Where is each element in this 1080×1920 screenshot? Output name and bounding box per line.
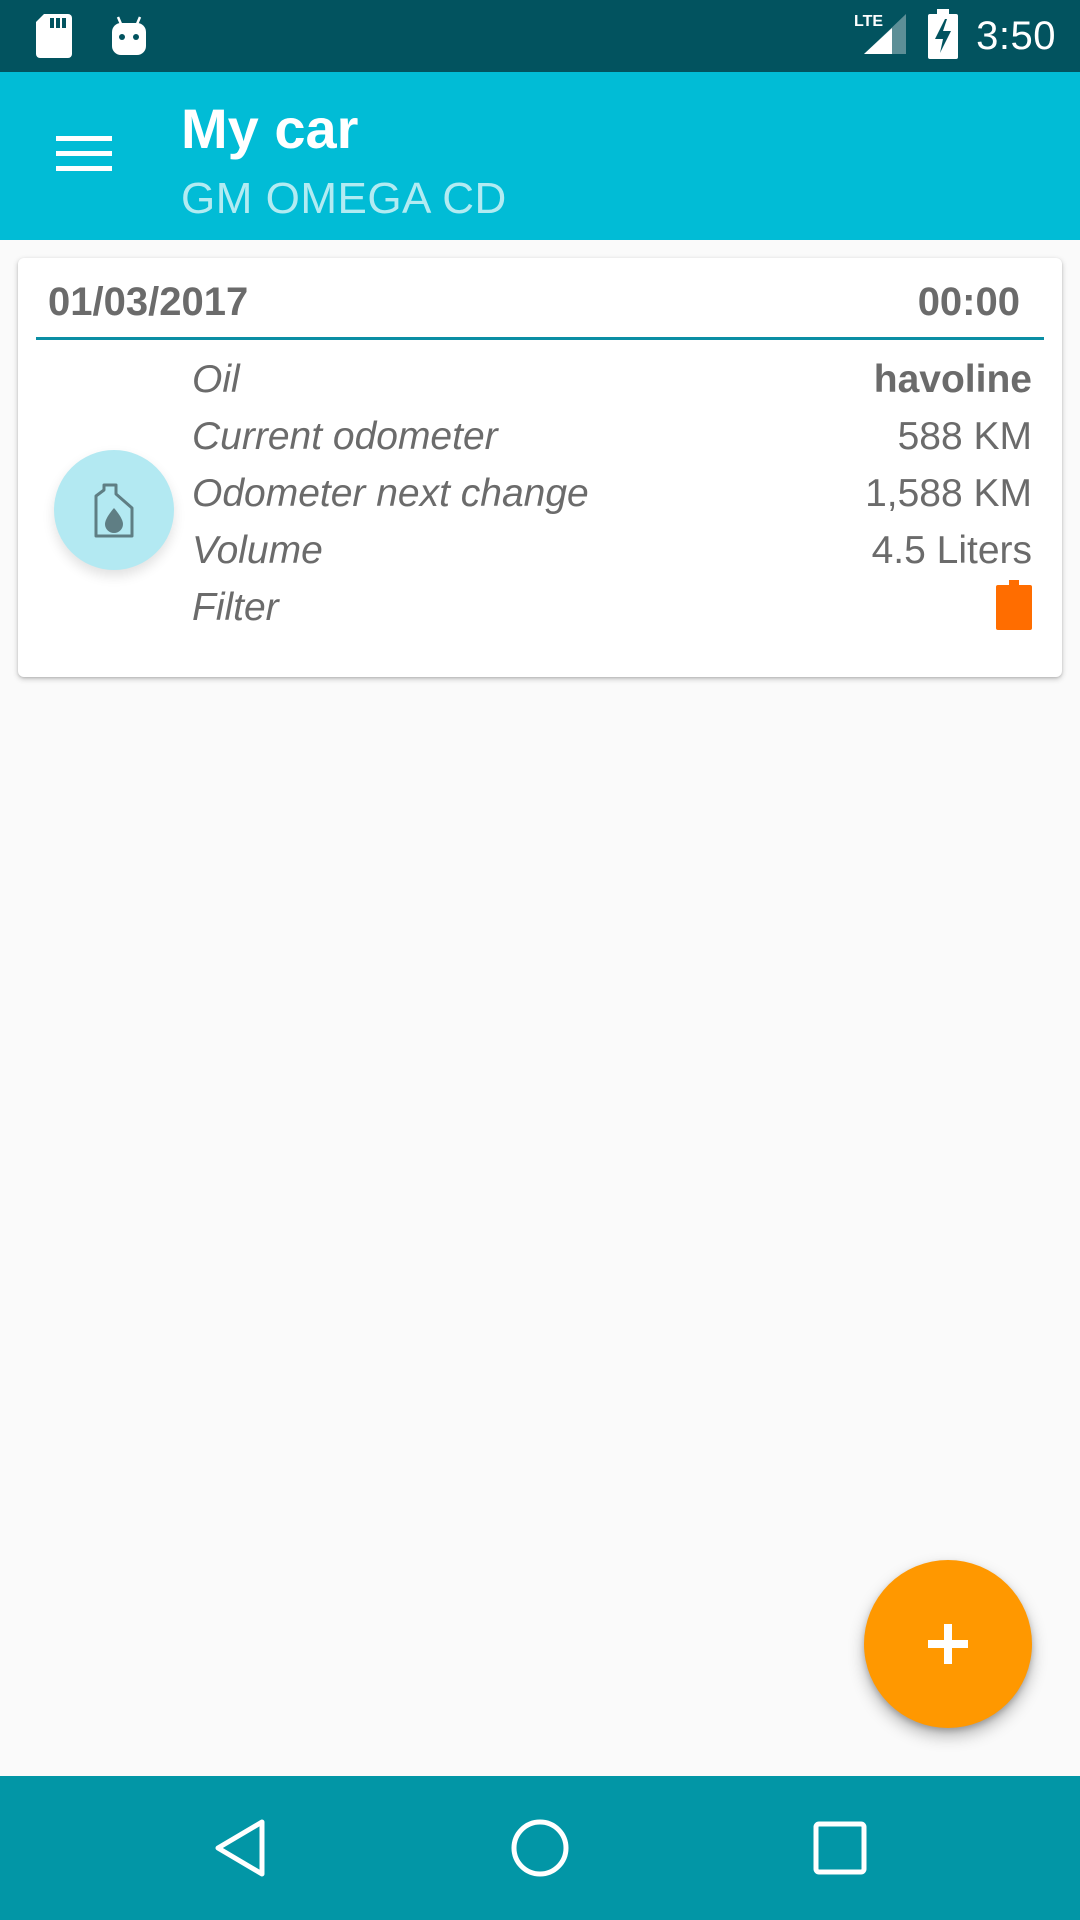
row-label: Volume [192,529,323,572]
svg-text:LTE: LTE [854,13,883,30]
row-value: 588 KM [897,415,1032,458]
row-label: Odometer next change [192,472,589,515]
card-header: 01/03/2017 00:00 [36,258,1044,340]
row-value: 4.5 Liters [871,529,1032,572]
android-icon [110,15,148,62]
filter-icon [996,580,1032,630]
home-icon [511,1819,569,1877]
battery-charging-icon [928,8,959,64]
row-next-change-odometer: Odometer next change 1,588 KM [192,472,1032,529]
oil-change-card[interactable]: 01/03/2017 00:00 Oil havoline Current od… [18,258,1062,677]
home-button[interactable] [470,1776,610,1920]
status-time: 3:50 [976,13,1056,58]
row-value: 1,588 KM [865,472,1032,515]
row-label: Oil [192,358,240,401]
menu-button[interactable] [40,122,128,186]
oil-can-icon [94,483,134,538]
row-oil: Oil havoline [192,358,1032,415]
recents-icon [813,1821,867,1875]
sd-card-icon [36,14,72,63]
status-bar: LTE 3:50 [0,0,1080,72]
row-label: Filter [192,586,279,629]
recents-button[interactable] [770,1776,910,1920]
row-current-odometer: Current odometer 588 KM [192,415,1032,472]
car-subtitle: GM OMEGA CD [181,174,507,223]
row-label: Current odometer [192,415,498,458]
app-bar: My car GM OMEGA CD [0,72,1080,240]
back-button[interactable] [170,1776,310,1920]
add-entry-button[interactable] [864,1560,1032,1728]
oil-badge [54,450,174,570]
row-value: havoline [873,358,1032,401]
navigation-bar [0,1776,1080,1920]
hamburger-menu-icon [56,136,112,171]
page-title: My car [181,97,359,160]
plus-icon [928,1624,968,1664]
row-filter: Filter [192,580,1032,643]
card-time: 00:00 [917,280,1020,324]
back-icon [215,1819,265,1877]
row-volume: Volume 4.5 Liters [192,529,1032,586]
signal-icon: LTE [854,10,910,63]
card-date: 01/03/2017 [48,280,249,324]
